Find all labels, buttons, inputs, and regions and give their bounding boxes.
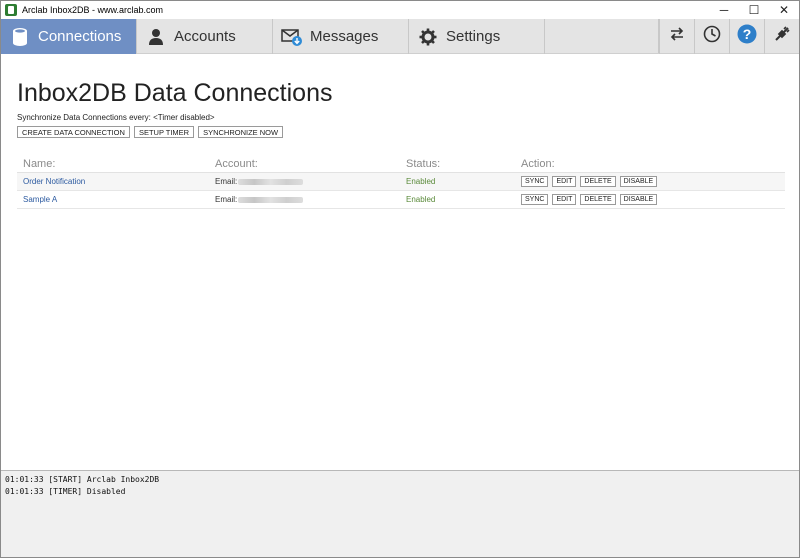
status-badge: Enabled xyxy=(406,177,436,186)
connection-name-link[interactable]: Sample A xyxy=(23,195,57,204)
synchronize-now-button[interactable]: SYNCHRONIZE NOW xyxy=(198,126,284,138)
window-controls: ─ ☐ ✕ xyxy=(709,1,799,19)
maximize-button[interactable]: ☐ xyxy=(739,1,769,19)
sync-direction-button[interactable] xyxy=(659,19,694,54)
action-buttons: CREATE DATA CONNECTION SETUP TIMER SYNCH… xyxy=(17,126,284,138)
redacted-email xyxy=(238,178,304,185)
tab-settings[interactable]: Settings xyxy=(409,19,545,54)
connections-panel: Inbox2DB Data Connections Synchronize Da… xyxy=(1,55,799,470)
tab-label: Messages xyxy=(310,28,379,45)
redacted-email xyxy=(238,196,304,203)
account-label: Email: xyxy=(215,177,238,186)
gear-icon xyxy=(411,19,445,54)
table-row: Order Notification Email: Enabled SYNC E… xyxy=(17,173,785,191)
disable-button[interactable]: DISABLE xyxy=(619,176,658,187)
disconnect-button[interactable] xyxy=(764,19,799,54)
disable-button[interactable]: DISABLE xyxy=(619,194,658,205)
sync-button[interactable]: SYNC xyxy=(521,194,549,205)
table-body: Order Notification Email: Enabled SYNC E… xyxy=(17,173,785,209)
minimize-button[interactable]: ─ xyxy=(709,1,739,19)
status-badge: Enabled xyxy=(406,195,436,204)
tab-label: Accounts xyxy=(174,28,236,45)
main-toolbar: Connections Accounts Messages Settings ? xyxy=(1,19,799,54)
log-line: 01:01:33 [START] Arclab Inbox2DB xyxy=(5,475,160,484)
database-icon xyxy=(3,19,37,54)
swap-arrows-icon xyxy=(669,26,685,47)
column-header-name: Name: xyxy=(23,157,56,170)
schedule-button[interactable] xyxy=(694,19,729,54)
app-window: Arclab Inbox2DB - www.arclab.com ─ ☐ ✕ C… xyxy=(0,0,800,558)
connection-name-link[interactable]: Order Notification xyxy=(23,177,85,186)
sync-button[interactable]: SYNC xyxy=(521,176,549,187)
toolbar-spacer xyxy=(545,19,659,53)
edit-button[interactable]: EDIT xyxy=(552,194,577,205)
setup-timer-button[interactable]: SETUP TIMER xyxy=(133,126,195,138)
table-row: Sample A Email: Enabled SYNC EDIT DELETE… xyxy=(17,191,785,209)
sync-interval-info: Synchronize Data Connections every: <Tim… xyxy=(17,113,215,122)
log-panel[interactable]: 01:01:33 [START] Arclab Inbox2DB 01:01:3… xyxy=(1,470,799,557)
delete-button[interactable]: DELETE xyxy=(580,176,616,187)
table-header: Name: Account: Status: Action: xyxy=(17,155,785,173)
edit-button[interactable]: EDIT xyxy=(552,176,577,187)
delete-button[interactable]: DELETE xyxy=(580,194,616,205)
create-data-connection-button[interactable]: CREATE DATA CONNECTION xyxy=(17,126,130,138)
app-icon xyxy=(5,4,17,16)
log-line: 01:01:33 [TIMER] Disabled xyxy=(5,487,126,496)
help-button[interactable]: ? xyxy=(729,19,764,54)
window-title: Arclab Inbox2DB - www.arclab.com xyxy=(22,5,164,15)
help-icon: ? xyxy=(737,24,757,49)
tab-label: Connections xyxy=(38,28,122,45)
tab-connections[interactable]: Connections xyxy=(1,19,137,54)
close-button[interactable]: ✕ xyxy=(769,1,799,19)
svg-text:?: ? xyxy=(743,26,752,42)
column-header-status: Status: xyxy=(406,157,441,170)
clock-icon xyxy=(703,25,721,48)
plug-disconnect-icon xyxy=(773,25,791,48)
account-label: Email: xyxy=(215,195,238,204)
column-header-action: Action: xyxy=(521,157,555,170)
user-icon xyxy=(139,19,173,54)
tab-messages[interactable]: Messages xyxy=(273,19,409,54)
page-title: Inbox2DB Data Connections xyxy=(17,79,333,107)
column-header-account: Account: xyxy=(215,157,258,170)
mail-download-icon xyxy=(275,19,309,54)
tab-accounts[interactable]: Accounts xyxy=(137,19,273,54)
title-bar: Arclab Inbox2DB - www.arclab.com ─ ☐ ✕ xyxy=(1,1,799,19)
connections-table: Name: Account: Status: Action: Order Not… xyxy=(17,155,785,209)
tab-label: Settings xyxy=(446,28,501,45)
